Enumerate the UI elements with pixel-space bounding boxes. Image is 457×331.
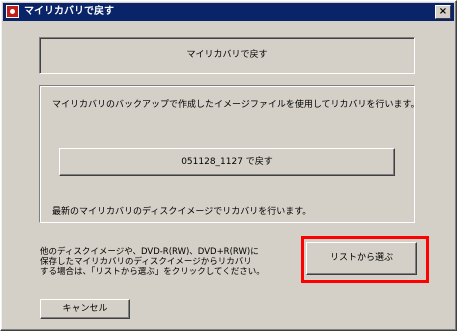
close-button[interactable]: × [435,5,451,19]
header-banner: マイリカバリで戻す [39,37,415,74]
restore-description: マイリカバリのバックアップで作成したイメージファイルを使用してリカバリを行います… [52,100,420,110]
highlight-frame [301,236,429,283]
note-line-3: する場合は、「リストから選ぶ」をクリックしてください。 [40,267,265,277]
app-icon [6,5,19,18]
other-images-note: 他のディスクイメージや、DVD-R(RW)、DVD+R(RW)に 保存したマイリ… [40,247,280,277]
window-title: マイリカバリで戻す [24,6,114,17]
note-line-2: 保存したマイリカバリのディスクイメージからリカバリ [40,257,252,267]
title-bar[interactable]: マイリカバリで戻す × [3,3,454,21]
cancel-button[interactable]: キャンセル [40,299,130,319]
note-line-1: 他のディスクイメージや、DVD-R(RW)、DVD+R(RW)に [40,247,259,257]
restore-latest-button[interactable]: 051128_1127 で戻す [59,148,395,176]
latest-image-description: 最新のマイリカバリのディスクイメージでリカバリを行います。 [52,207,312,217]
